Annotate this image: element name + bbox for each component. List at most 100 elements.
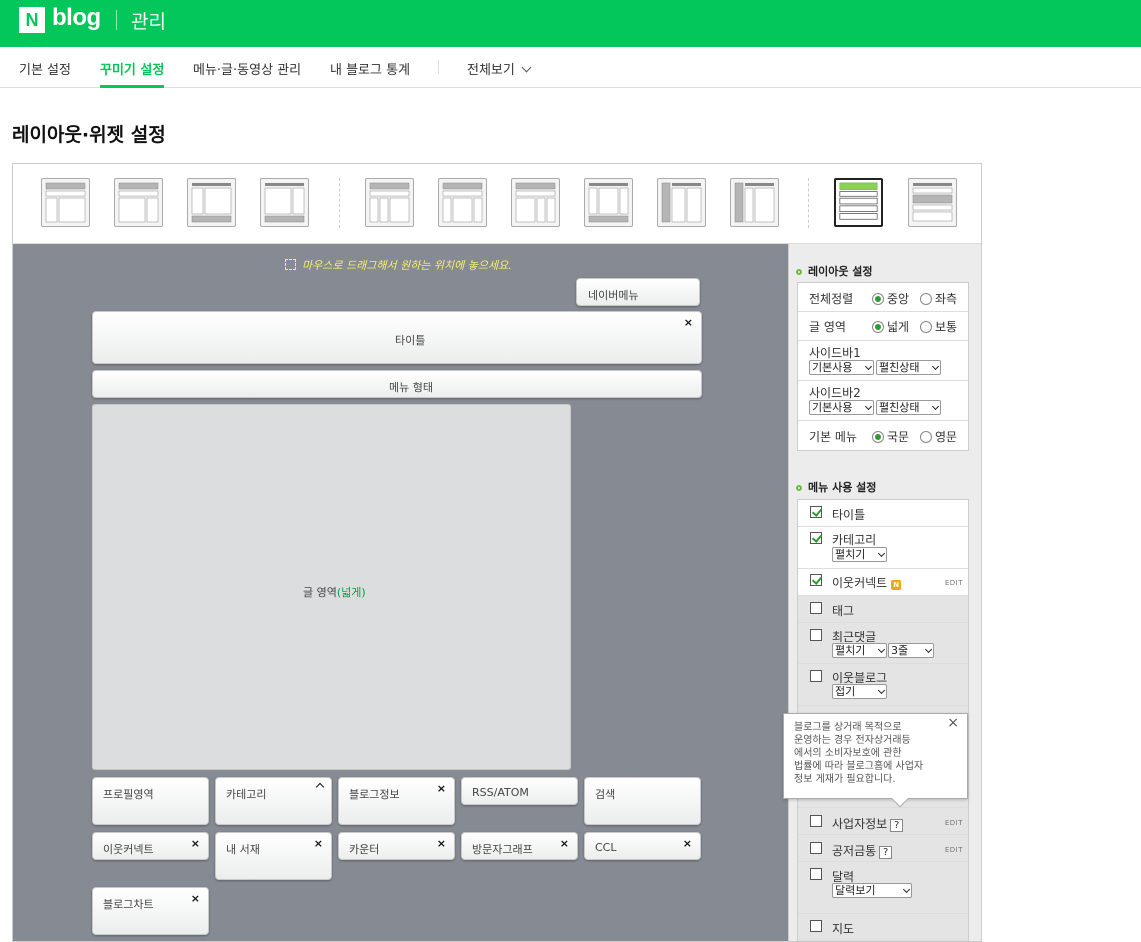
sidebar2-use-select[interactable]: 기본사용: [809, 400, 874, 415]
widget-library-label: 내 서재: [226, 843, 260, 856]
donation-edit-link[interactable]: EDIT: [945, 846, 963, 854]
chevron-up-icon[interactable]: [315, 782, 325, 792]
chevron-down-icon: [864, 362, 873, 371]
widget-bloginfo[interactable]: 블로그정보 ×: [338, 777, 455, 825]
close-icon[interactable]: ×: [437, 837, 446, 850]
align-center-label: 중앙: [887, 292, 910, 306]
layout-option-9[interactable]: [657, 178, 706, 227]
widget-neighbor[interactable]: 이웃커넥트 ×: [92, 832, 209, 860]
tab-content-management[interactable]: 메뉴·글·동영상 관리: [193, 59, 301, 78]
donation-checkbox[interactable]: [810, 842, 822, 854]
blog-logo[interactable]: blog: [52, 4, 101, 32]
calendar-mode-select[interactable]: 달력보기: [832, 883, 912, 898]
business-edit-link[interactable]: EDIT: [945, 819, 963, 827]
widget-category-label: 카테고리: [226, 788, 267, 801]
layout-option-7[interactable]: [511, 178, 560, 227]
layout-divider-2: [808, 178, 809, 228]
widget-blogchart[interactable]: 블로그차트 ×: [92, 887, 209, 935]
neighbor-blog-checkbox[interactable]: [810, 670, 822, 682]
sidebar2-use-value: 기본사용: [812, 401, 853, 414]
radio-icon: [872, 321, 884, 333]
widget-navermenu[interactable]: 네이버메뉴: [576, 278, 700, 306]
naver-logo[interactable]: N: [19, 7, 45, 33]
widget-rss[interactable]: RSS/ATOM: [461, 777, 578, 805]
layout-option-6[interactable]: [438, 178, 487, 227]
align-center-radio[interactable]: 중앙: [872, 290, 909, 307]
layout-option-10[interactable]: [730, 178, 779, 227]
menu-lang-ko-radio[interactable]: 국문: [872, 428, 909, 445]
calendar-checkbox[interactable]: [810, 868, 822, 880]
layout-option-1[interactable]: [41, 178, 90, 227]
radio-icon: [920, 431, 932, 443]
close-icon[interactable]: ×: [191, 837, 200, 850]
business-checkbox[interactable]: [810, 815, 822, 827]
recent-comments-mode-select[interactable]: 펼치기: [832, 643, 887, 658]
layout-option-3[interactable]: [187, 178, 236, 227]
layout-option-8[interactable]: [584, 178, 633, 227]
close-icon[interactable]: ×: [191, 892, 200, 905]
recent-comments-lines-select[interactable]: 3줄: [888, 643, 934, 658]
recent-comments-mode-value: 펼치기: [835, 644, 866, 657]
view-all-dropdown[interactable]: 전체보기: [467, 59, 532, 78]
menu-item-title: 타이틀: [798, 500, 968, 527]
neighbor-blog-mode-select[interactable]: 접기: [832, 684, 887, 699]
sidebar1-use-value: 기본사용: [812, 361, 853, 374]
layout-canvas: 마우스로 드래그해서 원하는 위치에 놓으세요. 네이버메뉴 타이틀 × 메뉴 형…: [13, 244, 788, 941]
widget-visitgraph[interactable]: 방문자그래프 ×: [461, 832, 578, 860]
close-icon[interactable]: ×: [437, 782, 446, 795]
title-checkbox[interactable]: [810, 506, 822, 518]
drag-hint-text: 마우스로 드래그해서 원하는 위치에 놓으세요.: [302, 259, 512, 272]
new-badge: N: [891, 580, 902, 590]
sidebar1-state-select[interactable]: 펼친상태: [876, 360, 941, 375]
align-left-radio[interactable]: 좌측: [920, 290, 957, 307]
close-icon[interactable]: ×: [684, 316, 693, 329]
widget-profile[interactable]: 프로필영역: [92, 777, 209, 825]
chevron-down-icon: [521, 62, 532, 73]
layout-option-12[interactable]: [908, 178, 957, 227]
layout-option-11-selected[interactable]: [834, 178, 883, 227]
align-left-label: 좌측: [935, 292, 958, 306]
widget-search[interactable]: 검색: [584, 777, 701, 825]
recent-comments-lines-value: 3줄: [891, 644, 909, 657]
tab-design-settings[interactable]: 꾸미기 설정: [100, 59, 164, 78]
category-mode-select[interactable]: 펼치기: [832, 547, 887, 562]
close-icon[interactable]: ×: [314, 837, 323, 850]
sidebar2-state-select[interactable]: 펼친상태: [876, 400, 941, 415]
layout-option-5[interactable]: [365, 178, 414, 227]
widget-menu-label: 메뉴 형태: [389, 381, 433, 394]
close-icon[interactable]: ×: [560, 837, 569, 850]
tab-blog-stats[interactable]: 내 블로그 통계: [330, 59, 410, 78]
sidebar1-use-select[interactable]: 기본사용: [809, 360, 874, 375]
menu-item-recent-comments: 최근댓글 펼치기 3줄: [798, 623, 968, 664]
tooltip-line: 에서의 소비자보호에 관한: [794, 748, 902, 759]
neighbor-checkbox[interactable]: [810, 574, 822, 586]
menu-lang-en-radio[interactable]: 영문: [920, 428, 957, 445]
area-normal-radio[interactable]: 보통: [920, 318, 957, 335]
content-area[interactable]: 글 영역(넓게): [92, 404, 571, 770]
layout-option-4[interactable]: [260, 178, 309, 227]
widget-counter[interactable]: 카운터 ×: [338, 832, 455, 860]
header-title: 관리: [131, 11, 166, 33]
category-mode-value: 펼치기: [835, 548, 866, 561]
recent-comments-checkbox[interactable]: [810, 629, 822, 641]
close-icon[interactable]: ×: [683, 837, 692, 850]
layout-option-2[interactable]: [114, 178, 163, 227]
widget-menu[interactable]: 메뉴 형태: [92, 370, 702, 398]
widget-profile-label: 프로필영역: [103, 788, 154, 801]
menu-lang-ko-label: 국문: [887, 430, 910, 444]
widget-title[interactable]: 타이틀 ×: [92, 311, 702, 364]
help-icon[interactable]: ?: [890, 819, 904, 832]
tag-checkbox[interactable]: [810, 602, 822, 614]
widget-ccl[interactable]: CCL ×: [584, 832, 701, 860]
widget-library[interactable]: 내 서재 ×: [215, 832, 332, 880]
layout-settings-box: 전체정렬 중앙 좌측 글 영역 넓게 보통 사이드바1 기본사용 펼친상태 사이…: [797, 282, 969, 451]
area-wide-radio[interactable]: 넓게: [872, 318, 909, 335]
widget-counter-label: 카운터: [349, 843, 380, 856]
help-icon[interactable]: ?: [879, 846, 893, 859]
tab-basic-settings[interactable]: 기본 설정: [19, 59, 71, 78]
neighbor-edit-link[interactable]: EDIT: [945, 579, 963, 587]
category-checkbox[interactable]: [810, 532, 822, 544]
tooltip-close-icon[interactable]: ×: [947, 716, 959, 730]
map-checkbox[interactable]: [810, 920, 822, 932]
widget-category[interactable]: 카테고리: [215, 777, 332, 825]
